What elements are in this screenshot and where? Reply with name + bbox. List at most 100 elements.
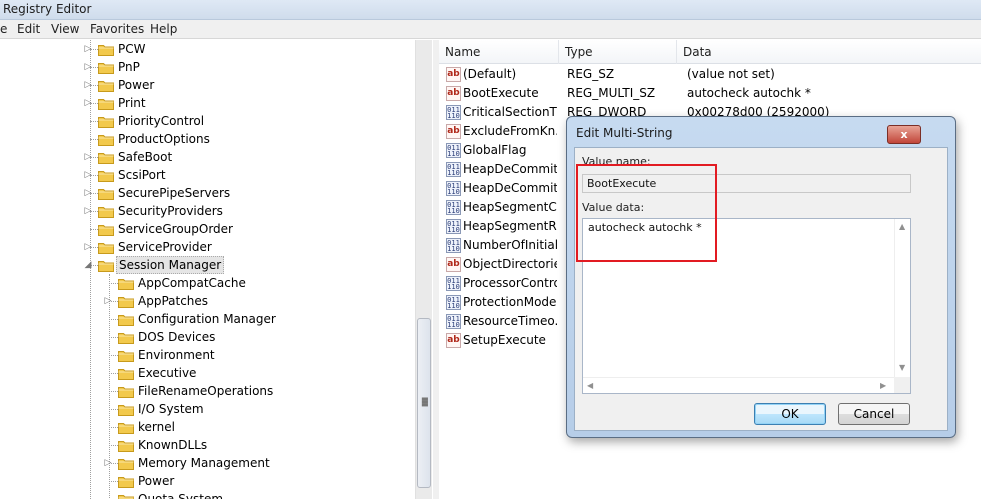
tree-item-label: PriorityControl — [118, 114, 205, 128]
tree-item[interactable]: I/O System — [0, 400, 415, 418]
value-name: ExcludeFromKn... — [463, 124, 557, 138]
folder-icon — [118, 459, 134, 470]
tree-item[interactable]: ▷ ServiceProvider — [0, 238, 415, 256]
tree-item[interactable]: Environment — [0, 346, 415, 364]
collapse-icon[interactable]: ◢ — [83, 256, 93, 274]
binary-value-icon: 011 110 — [446, 200, 461, 215]
scroll-corner — [894, 377, 910, 393]
column-data[interactable]: Data — [677, 40, 981, 64]
value-data-vscroll[interactable]: ▲ ▼ — [894, 219, 910, 377]
expand-icon[interactable]: ▷ — [83, 40, 93, 58]
tree-item[interactable]: Quota System — [0, 490, 415, 499]
string-value-icon: ab — [446, 333, 461, 348]
value-data-hscroll[interactable]: ◀ ▶ — [583, 377, 894, 393]
tree-scrollbar-thumb[interactable]: ▬ ▬ ▬ — [417, 318, 431, 488]
expand-icon[interactable]: ▷ — [83, 166, 93, 184]
tree-item-label: SecurePipeServers — [118, 186, 231, 200]
value-data-text[interactable]: autocheck autochk * — [588, 221, 702, 234]
menu-favorites[interactable]: Favorites — [90, 20, 144, 38]
expand-icon[interactable]: ▷ — [83, 148, 93, 166]
folder-icon — [98, 99, 114, 110]
folder-icon — [118, 351, 134, 362]
tree-connector — [109, 427, 118, 428]
binary-value-icon: 011 110 — [446, 238, 461, 253]
expand-icon[interactable]: ▷ — [83, 58, 93, 76]
tree-item[interactable]: FileRenameOperations — [0, 382, 415, 400]
binary-value-icon: 011 110 — [446, 276, 461, 291]
menu-help[interactable]: Help — [150, 20, 177, 38]
tree-item[interactable]: ▷ Power — [0, 76, 415, 94]
column-type[interactable]: Type — [559, 40, 677, 64]
tree-scrollbar[interactable]: ▬ ▬ ▬ — [415, 40, 432, 499]
value-name: HeapSegmentC... — [463, 200, 557, 214]
expand-icon[interactable]: ▷ — [83, 202, 93, 220]
tree-item[interactable]: ▷ PnP — [0, 58, 415, 76]
folder-icon — [98, 135, 114, 146]
tree-item[interactable]: ▷ SecurePipeServers — [0, 184, 415, 202]
tree-connector — [109, 409, 118, 410]
tree-item[interactable]: KnownDLLs — [0, 436, 415, 454]
tree-item[interactable]: ▷ Print — [0, 94, 415, 112]
menu-edit[interactable]: Edit — [17, 20, 40, 38]
scroll-down-icon[interactable]: ▼ — [899, 363, 905, 372]
tree-item[interactable]: PriorityControl — [0, 112, 415, 130]
folder-icon — [98, 45, 114, 56]
tree-item-label: Environment — [138, 348, 215, 362]
expand-icon[interactable]: ▷ — [83, 94, 93, 112]
window-title: Registry Editor — [0, 0, 981, 20]
tree-item[interactable]: Power — [0, 472, 415, 490]
cancel-button[interactable]: Cancel — [838, 403, 910, 425]
expand-icon[interactable]: ▷ — [103, 454, 113, 472]
binary-value-icon: 011 110 — [446, 219, 461, 234]
scroll-right-icon[interactable]: ▶ — [880, 381, 886, 390]
tree-connector — [109, 337, 118, 338]
value-name: HeapDeCommit... — [463, 162, 557, 176]
registry-tree[interactable]: ▷ PCW ▷ PnP ▷ Power ▷ Print PriorityControl Produ… — [0, 40, 433, 499]
binary-value-icon: 011 110 — [446, 162, 461, 177]
tree-item[interactable]: Configuration Manager — [0, 310, 415, 328]
value-data-textarea[interactable]: autocheck autochk * ▲ ▼ ◀ ▶ — [582, 218, 911, 394]
expand-icon[interactable]: ▷ — [83, 238, 93, 256]
tree-connector — [109, 391, 118, 392]
tree-item[interactable]: ▷ ScsiPort — [0, 166, 415, 184]
tree-item-label: FileRenameOperations — [138, 384, 274, 398]
value-name: NumberOfInitial... — [463, 238, 557, 252]
value-row[interactable]: ab (Default) REG_SZ (value not set) — [439, 65, 981, 84]
expand-icon[interactable]: ▷ — [103, 292, 113, 310]
value-name: ProcessorControl — [463, 276, 557, 290]
scroll-left-icon[interactable]: ◀ — [587, 381, 593, 390]
value-name: HeapSegmentR... — [463, 219, 557, 233]
tree-item[interactable]: ◢ Session Manager — [0, 256, 415, 274]
binary-value-icon: 011 110 — [446, 295, 461, 310]
menu-file[interactable]: e — [0, 20, 7, 38]
folder-icon — [98, 81, 114, 92]
tree-item[interactable]: ▷ SafeBoot — [0, 148, 415, 166]
value-data: autocheck autochk * — [687, 86, 811, 100]
tree-item[interactable]: ServiceGroupOrder — [0, 220, 415, 238]
tree-item[interactable]: ▷ Memory Management — [0, 454, 415, 472]
expand-icon[interactable]: ▷ — [83, 184, 93, 202]
tree-item[interactable]: Executive — [0, 364, 415, 382]
value-name: SetupExecute — [463, 333, 546, 347]
tree-item[interactable]: ▷ PCW — [0, 40, 415, 58]
menu-view[interactable]: View — [51, 20, 79, 38]
value-row[interactable]: ab BootExecute REG_MULTI_SZ autocheck autoc… — [439, 84, 981, 103]
tree-item-label: Power — [118, 78, 155, 92]
tree-item[interactable]: kernel — [0, 418, 415, 436]
string-value-icon: ab — [446, 124, 461, 139]
tree-item[interactable]: DOS Devices — [0, 328, 415, 346]
tree-item[interactable]: AppCompatCache — [0, 274, 415, 292]
ok-button[interactable]: OK — [754, 403, 826, 425]
tree-item[interactable]: ▷ AppPatches — [0, 292, 415, 310]
folder-icon — [118, 423, 134, 434]
column-name[interactable]: Name — [439, 40, 559, 64]
expand-icon[interactable]: ▷ — [83, 76, 93, 94]
tree-item-label: ScsiPort — [118, 168, 166, 182]
folder-icon — [118, 477, 134, 488]
tree-item[interactable]: ▷ SecurityProviders — [0, 202, 415, 220]
tree-item[interactable]: ProductOptions — [0, 130, 415, 148]
folder-icon — [98, 153, 114, 164]
close-icon[interactable]: x — [887, 125, 921, 144]
scroll-up-icon[interactable]: ▲ — [899, 222, 905, 231]
tree-item-label: Power — [138, 474, 175, 488]
